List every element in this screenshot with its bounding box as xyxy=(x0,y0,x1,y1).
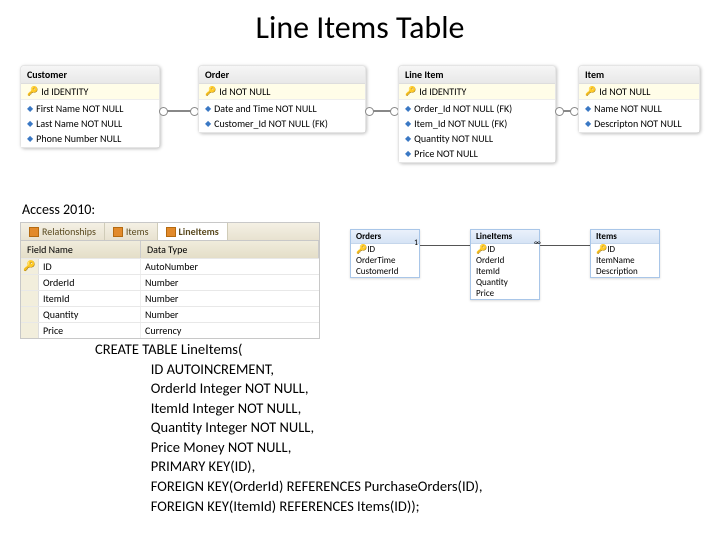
tab-items[interactable]: Items xyxy=(105,223,158,240)
access-relationships: Orders 🔑ID OrderTime CustomerId 1∞ LineI… xyxy=(350,227,700,327)
key-icon: 🔑 xyxy=(205,86,216,97)
diamond-icon: ◆ xyxy=(205,104,211,114)
grid-row[interactable]: 🔑IDAutoNumber xyxy=(21,258,319,274)
erd-table-customer: Customer 🔑Id IDENTITY ◆First Name NOT NU… xyxy=(20,65,160,148)
col-fieldname: Field Name xyxy=(21,241,141,258)
table-icon xyxy=(113,227,123,237)
diamond-icon: ◆ xyxy=(27,134,33,144)
diamond-icon: ◆ xyxy=(27,119,33,129)
grid-header: Field Name Data Type xyxy=(21,241,319,258)
grid-row[interactable]: QuantityNumber xyxy=(21,306,319,322)
erd-connector xyxy=(366,110,398,112)
key-icon: 🔑 xyxy=(596,244,607,255)
key-icon: 🔑 xyxy=(405,86,416,97)
erd-pk-row: 🔑Id IDENTITY xyxy=(399,84,555,100)
erd-field: ◆Order_Id NOT NULL (FK) xyxy=(399,101,555,116)
erd-table-item: Item 🔑Id NOT NULL ◆Name NOT NULL ◆Descri… xyxy=(578,65,700,133)
erd-field: ◆Price NOT NULL xyxy=(399,146,555,161)
diamond-icon: ◆ xyxy=(585,104,591,114)
tab-relationships[interactable]: Relationships xyxy=(21,223,105,240)
erd-connector xyxy=(160,110,198,112)
table-icon xyxy=(29,227,39,237)
key-icon: 🔑 xyxy=(476,244,487,255)
erd-field: ◆Date and Time NOT NULL xyxy=(199,101,365,116)
access-table-designer: Relationships Items LineItems Field Name… xyxy=(20,222,320,339)
rel-connector: ∞1 xyxy=(540,245,590,246)
erd-pk-row: 🔑Id NOT NULL xyxy=(199,84,365,100)
key-icon: 🔑 xyxy=(356,244,367,255)
access-screenshot: Relationships Items LineItems Field Name… xyxy=(20,222,700,332)
diamond-icon: ◆ xyxy=(585,119,591,129)
rel-items[interactable]: Items 🔑ID ItemName Description xyxy=(590,229,660,278)
erd-diagram: Customer 🔑Id IDENTITY ◆First Name NOT NU… xyxy=(20,55,700,195)
diamond-icon: ◆ xyxy=(405,134,411,144)
erd-pk-row: 🔑Id NOT NULL xyxy=(579,84,699,100)
tab-lineitems[interactable]: LineItems xyxy=(158,223,228,240)
diamond-icon: ◆ xyxy=(405,104,411,114)
access-label: Access 2010: xyxy=(22,201,720,218)
col-datatype: Data Type xyxy=(141,241,319,258)
erd-pk-row: 🔑Id IDENTITY xyxy=(21,84,159,100)
erd-table-order: Order 🔑Id NOT NULL ◆Date and Time NOT NU… xyxy=(198,65,366,133)
diamond-icon: ◆ xyxy=(205,119,211,129)
page-title: Line Items Table xyxy=(0,8,720,47)
rel-orders[interactable]: Orders 🔑ID OrderTime CustomerId xyxy=(350,229,420,278)
tab-bar: Relationships Items LineItems xyxy=(21,223,319,241)
erd-header: Line Item xyxy=(399,66,555,84)
erd-table-lineitem: Line Item 🔑Id IDENTITY ◆Order_Id NOT NUL… xyxy=(398,65,556,163)
erd-header: Order xyxy=(199,66,365,84)
diamond-icon: ◆ xyxy=(405,149,411,159)
erd-field: ◆Descripton NOT NULL xyxy=(579,116,699,131)
key-icon: 🔑 xyxy=(27,86,38,97)
erd-field: ◆Last Name NOT NULL xyxy=(21,116,159,131)
grid-row[interactable]: ItemIdNumber xyxy=(21,290,319,306)
erd-header: Customer xyxy=(21,66,159,84)
table-icon xyxy=(166,227,176,237)
sql-block: CREATE TABLE LineItems( ID AUTOINCREMENT… xyxy=(95,340,720,516)
grid-row[interactable]: PriceCurrency xyxy=(21,322,319,338)
erd-connector xyxy=(556,110,578,112)
key-icon: 🔑 xyxy=(21,259,39,274)
rel-connector: 1∞ xyxy=(420,245,470,246)
erd-field: ◆Name NOT NULL xyxy=(579,101,699,116)
diamond-icon: ◆ xyxy=(405,119,411,129)
erd-field: ◆First Name NOT NULL xyxy=(21,101,159,116)
erd-field: ◆Customer_Id NOT NULL (FK) xyxy=(199,116,365,131)
erd-field: ◆Quantity NOT NULL xyxy=(399,131,555,146)
erd-field: ◆Item_Id NOT NULL (FK) xyxy=(399,116,555,131)
diamond-icon: ◆ xyxy=(27,104,33,114)
grid-row[interactable]: OrderIdNumber xyxy=(21,274,319,290)
key-icon: 🔑 xyxy=(585,86,596,97)
erd-header: Item xyxy=(579,66,699,84)
erd-field: ◆Phone Number NULL xyxy=(21,131,159,146)
rel-lineitems[interactable]: LineItems 🔑ID OrderId ItemId Quantity Pr… xyxy=(470,229,540,300)
